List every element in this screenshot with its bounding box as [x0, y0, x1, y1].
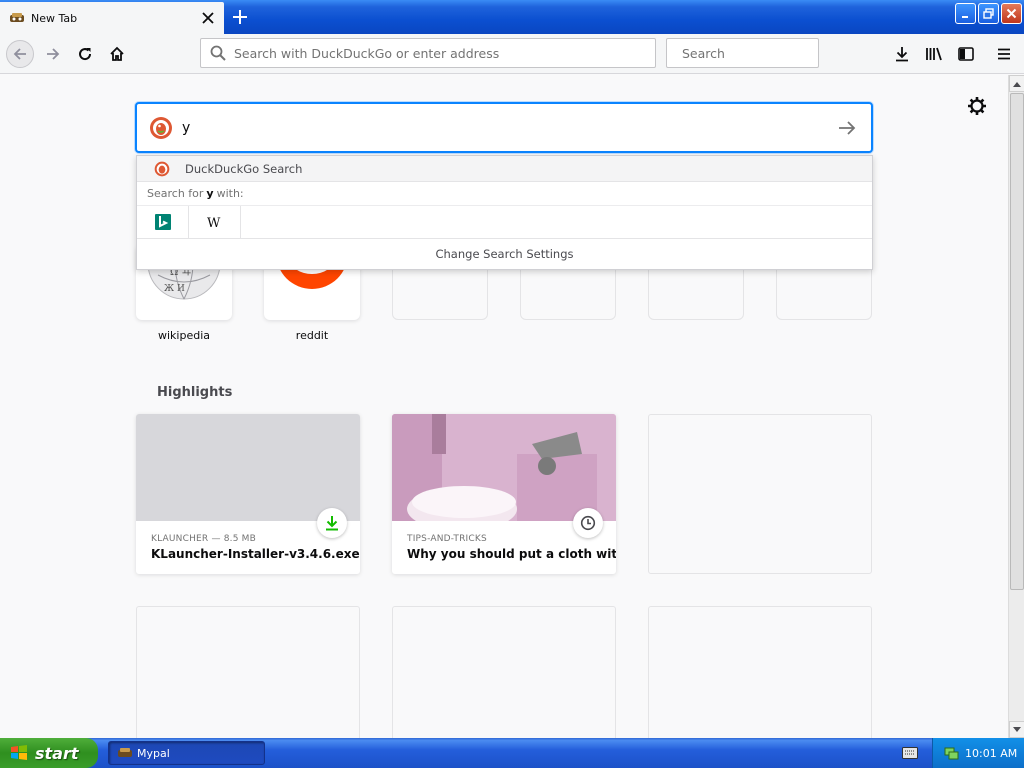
address-bar[interactable]	[200, 38, 656, 68]
library-button[interactable]	[920, 40, 948, 68]
title-bar: New Tab	[0, 0, 1024, 34]
scroll-up-button[interactable]	[1009, 75, 1024, 92]
search-bar[interactable]	[666, 38, 838, 68]
window-close-button[interactable]	[1001, 3, 1022, 24]
start-button[interactable]: start	[0, 738, 98, 768]
search-bar-input[interactable]	[682, 45, 838, 61]
highlight-card-empty	[136, 606, 360, 738]
suggestion-label: DuckDuckGo Search	[185, 161, 303, 176]
gear-icon[interactable]	[966, 95, 988, 117]
bathroom-photo-image	[392, 414, 616, 531]
page-search-box[interactable]	[135, 102, 873, 153]
arrow-right-icon	[47, 48, 60, 60]
restore-button[interactable]	[978, 3, 999, 24]
highlight-card-download[interactable]: KLAUNCHER — 8.5 MB KLauncher-Installer-v…	[136, 414, 360, 574]
highlight-card-article[interactable]: TIPS-AND-TRICKS Why you should put a clo…	[392, 414, 616, 574]
hamburger-icon	[998, 48, 1010, 60]
address-input[interactable]	[234, 45, 655, 61]
plus-icon	[233, 10, 247, 24]
start-label: start	[35, 743, 79, 763]
hint-suffix: with:	[216, 187, 244, 200]
search-suggestions-dropdown: DuckDuckGo Search Search for y with: W C…	[136, 155, 873, 270]
highlight-card-empty	[648, 414, 872, 574]
mypal-app-icon	[118, 748, 132, 757]
vertical-scrollbar[interactable]	[1008, 75, 1024, 738]
downloads-button[interactable]	[888, 40, 916, 68]
task-label: Mypal	[137, 746, 170, 760]
download-icon	[896, 47, 908, 62]
bing-icon	[154, 214, 171, 230]
sidebar-button[interactable]	[952, 40, 980, 68]
restore-icon	[983, 8, 994, 19]
home-button[interactable]	[103, 40, 131, 68]
new-tab-page: Ω ヰ Ж И wikipedia reddit Highlights KLAU…	[0, 75, 1008, 738]
top-site-label: reddit	[295, 329, 329, 342]
close-icon	[1006, 8, 1017, 19]
network-icon[interactable]	[943, 745, 959, 761]
wikipedia-icon: W	[207, 216, 221, 229]
one-off-engines: W	[137, 205, 872, 239]
card-title: Why you should put a cloth with ...	[407, 547, 616, 561]
new-tab-button[interactable]	[228, 5, 252, 29]
keyboard-icon[interactable]	[902, 747, 918, 759]
minimize-icon	[961, 15, 968, 18]
card-badge	[317, 508, 347, 538]
back-button[interactable]	[6, 40, 34, 68]
card-badge	[573, 508, 603, 538]
sidebar-icon	[958, 47, 974, 61]
card-title: KLauncher-Installer-v3.4.6.exe	[151, 547, 360, 561]
windows-logo-icon	[11, 745, 27, 760]
top-site-label: wikipedia	[157, 329, 210, 342]
hint-prefix: Search for	[147, 187, 204, 200]
engine-bing-button[interactable]	[137, 205, 189, 239]
navigation-toolbar	[0, 34, 1024, 74]
download-icon	[326, 516, 338, 531]
tab-new-tab[interactable]: New Tab	[0, 2, 224, 34]
tab-close-button[interactable]	[198, 8, 218, 28]
page-search-input[interactable]	[182, 119, 835, 136]
system-tray: 10:01 AM	[932, 738, 1024, 768]
chevron-down-icon	[1013, 726, 1021, 732]
highlight-card-empty	[392, 606, 616, 738]
library-icon	[926, 47, 942, 61]
duckduckgo-icon	[154, 161, 170, 176]
arrow-right-icon[interactable]	[835, 116, 859, 140]
svg-text:Ж И: Ж И	[164, 284, 185, 294]
menu-button[interactable]	[990, 40, 1018, 68]
scroll-down-button[interactable]	[1009, 721, 1024, 738]
reload-button[interactable]	[71, 40, 99, 68]
svg-text:W: W	[207, 216, 221, 229]
engine-wikipedia-button[interactable]: W	[189, 205, 241, 239]
card-thumbnail	[392, 414, 616, 531]
tab-title: New Tab	[31, 11, 78, 25]
highlights-cards: KLAUNCHER — 8.5 MB KLauncher-Installer-v…	[136, 414, 872, 574]
minimize-button[interactable]	[955, 3, 976, 24]
duckduckgo-icon	[150, 116, 172, 139]
close-icon	[202, 12, 214, 24]
window-controls	[955, 3, 1022, 24]
search-with-hint: Search for y with:	[137, 182, 872, 206]
highlight-card-empty	[648, 606, 872, 738]
change-search-settings-button[interactable]: Change Search Settings	[137, 239, 872, 269]
clock: 10:01 AM	[965, 746, 1018, 760]
reload-icon	[79, 48, 92, 61]
card-thumbnail	[136, 414, 360, 521]
taskbar: start Mypal 10:01 AM	[0, 738, 1024, 768]
search-icon	[210, 45, 226, 61]
arrow-left-icon	[13, 48, 26, 60]
mypal-favicon-icon	[10, 13, 24, 22]
highlights-heading: Highlights	[157, 385, 233, 400]
highlights-cards-row2	[136, 606, 872, 738]
taskbar-item-mypal[interactable]: Mypal	[108, 741, 265, 765]
scrollbar-thumb[interactable]	[1010, 93, 1024, 590]
chevron-up-icon	[1013, 81, 1021, 87]
suggestion-row[interactable]: DuckDuckGo Search	[137, 156, 872, 182]
forward-button[interactable]	[39, 40, 67, 68]
home-icon	[110, 46, 124, 61]
hint-term: y	[206, 187, 214, 200]
clock-icon	[580, 515, 596, 531]
